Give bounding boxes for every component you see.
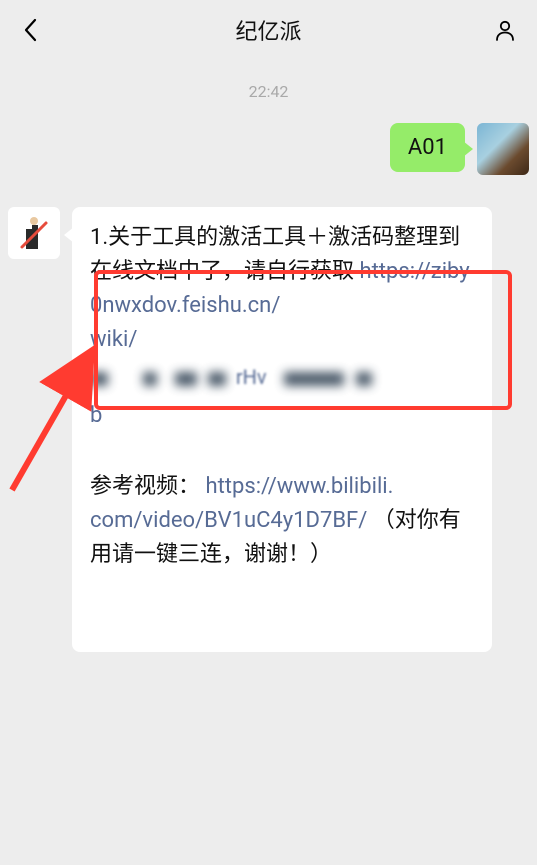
- person-icon: [493, 18, 517, 42]
- back-button[interactable]: [18, 18, 42, 42]
- obscured-link-line1: rHv: [90, 361, 474, 395]
- outgoing-text: A01: [408, 135, 447, 160]
- contact-avatar-graphic: [12, 211, 56, 255]
- contact-avatar[interactable]: [8, 207, 60, 259]
- obscured-fragment: rHv: [236, 365, 267, 389]
- para2-prefix: 参考视频：: [90, 474, 200, 499]
- incoming-message-row: 1.关于工具的激活工具＋激活码整理到在线文档中了，请自行获取 https://z…: [0, 207, 537, 652]
- chevron-left-icon: [23, 18, 37, 42]
- outgoing-message-row: A01: [0, 123, 537, 175]
- self-avatar[interactable]: [477, 123, 529, 175]
- bilibili-link-part2[interactable]: com/video/BV1uC4y1D7BF/: [90, 508, 367, 533]
- chat-title: 纪亿派: [235, 14, 301, 46]
- obscured-link-tail: b: [90, 403, 102, 428]
- message-timestamp: 22:42: [0, 82, 537, 101]
- incoming-bubble[interactable]: 1.关于工具的激活工具＋激活码整理到在线文档中了，请自行获取 https://z…: [72, 207, 492, 652]
- chat-header: 纪亿派: [0, 0, 537, 60]
- bilibili-link-part1[interactable]: https://www.bilibili.: [205, 474, 393, 499]
- feishu-link-part2[interactable]: wiki/: [90, 327, 137, 352]
- incoming-paragraph2: 参考视频： https://www.bilibili. com/video/BV…: [90, 470, 474, 572]
- outgoing-bubble[interactable]: A01: [390, 123, 465, 172]
- contact-info-button[interactable]: [491, 16, 519, 44]
